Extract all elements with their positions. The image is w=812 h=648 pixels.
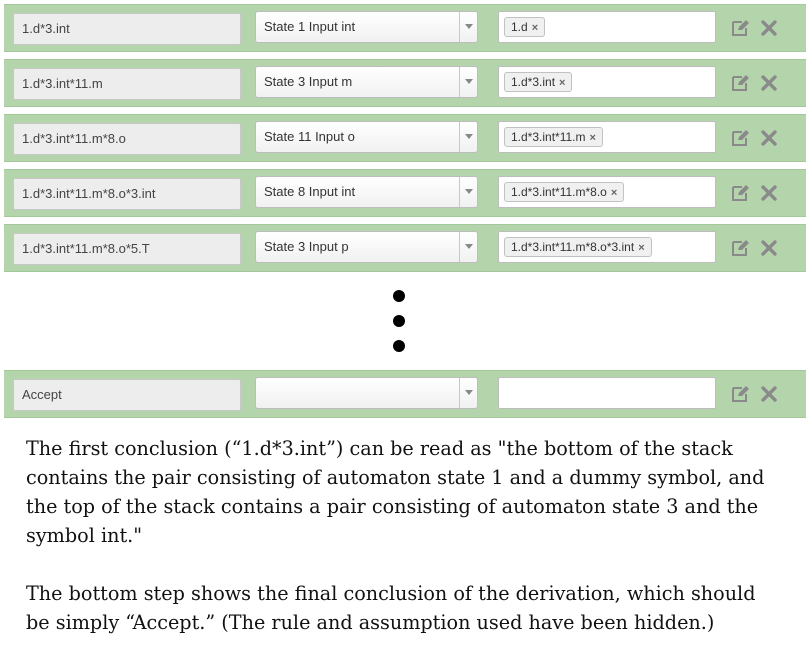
rule-select[interactable] (255, 377, 478, 409)
rule-select-value: State 1 Input int (264, 19, 356, 34)
caption-line: be simply “Accept.” (The rule and assump… (26, 611, 715, 634)
edit-icon[interactable] (732, 19, 750, 37)
remove-tag-icon[interactable]: × (559, 77, 565, 89)
assumption-tag-label: 1.d*3.int*11.m (511, 130, 586, 144)
caption-line: the top of the stack contains a pair con… (26, 495, 759, 518)
conclusion-field[interactable]: 1.d*3.int*11.m*8.o (13, 123, 241, 155)
rule-select[interactable]: State 3 Input m (255, 66, 478, 98)
rule-select-value: State 3 Input m (264, 74, 353, 89)
close-icon[interactable] (760, 129, 778, 147)
assumptions-input[interactable]: 1.d*3.int*11.m*8.o × (498, 176, 716, 208)
rule-select-value: State 11 Input o (264, 129, 355, 144)
dropdown-toggle[interactable] (459, 378, 477, 408)
remove-tag-icon[interactable]: × (590, 132, 596, 144)
derivation-step-row: 1.d*3.int*11.m*8.o*5.T State 3 Input p 1… (4, 224, 806, 272)
caption-line: The first conclusion (“1.d*3.int”) can b… (26, 437, 733, 460)
conclusion-field[interactable]: 1.d*3.int*11.m*8.o*5.T (13, 233, 241, 265)
conclusion-field[interactable]: 1.d*3.int*11.m (13, 68, 241, 100)
assumption-tag-label: 1.d (511, 20, 528, 34)
assumptions-input[interactable]: 1.d*3.int*11.m × (498, 121, 716, 153)
chevron-down-icon (465, 189, 473, 194)
ellipsis-dot (393, 340, 405, 352)
ellipsis-dot (393, 315, 405, 327)
conclusion-field[interactable]: Accept (13, 379, 241, 411)
derivation-step-row: 1.d*3.int State 1 Input int 1.d × (4, 4, 806, 52)
edit-icon[interactable] (732, 184, 750, 202)
assumption-tag: 1.d × (504, 17, 546, 37)
chevron-down-icon (465, 24, 473, 29)
assumptions-input[interactable]: 1.d*3.int × (498, 66, 716, 98)
edit-icon[interactable] (732, 239, 750, 257)
dropdown-toggle[interactable] (459, 12, 477, 42)
derivation-step-row: 1.d*3.int*11.m State 3 Input m 1.d*3.int… (4, 59, 806, 107)
close-icon[interactable] (760, 74, 778, 92)
conclusion-field[interactable]: 1.d*3.int*11.m*8.o*3.int (13, 178, 241, 210)
assumption-tag: 1.d*3.int*11.m*8.o*3.int × (504, 237, 652, 257)
ellipsis-dot (393, 290, 405, 302)
conclusion-field[interactable]: 1.d*3.int (13, 13, 241, 45)
rule-select[interactable]: State 3 Input p (255, 231, 478, 263)
explanation-caption: The first conclusion (“1.d*3.int”) can b… (26, 434, 802, 637)
rule-select[interactable]: State 11 Input o (255, 121, 478, 153)
rule-select[interactable]: State 1 Input int (255, 11, 478, 43)
close-icon[interactable] (760, 385, 778, 403)
derivation-page: 1.d*3.int State 1 Input int 1.d × 1.d*3.i… (0, 0, 812, 648)
dropdown-toggle[interactable] (459, 177, 477, 207)
caption-line: The bottom step shows the final conclusi… (26, 582, 756, 605)
caption-paragraph-1: The first conclusion (“1.d*3.int”) can b… (26, 434, 802, 550)
derivation-step-row: 1.d*3.int*11.m*8.o State 11 Input o 1.d*… (4, 114, 806, 162)
assumptions-input[interactable] (498, 377, 716, 409)
chevron-down-icon (465, 134, 473, 139)
rule-select-value: State 8 Input int (264, 184, 356, 199)
remove-tag-icon[interactable]: × (638, 242, 644, 254)
assumptions-input[interactable]: 1.d × (498, 11, 716, 43)
dropdown-toggle[interactable] (459, 232, 477, 262)
final-step-row: Accept (4, 370, 806, 418)
assumption-tag-label: 1.d*3.int*11.m*8.o (511, 185, 607, 199)
close-icon[interactable] (760, 184, 778, 202)
assumption-tag-label: 1.d*3.int (511, 75, 556, 89)
dropdown-toggle[interactable] (459, 67, 477, 97)
edit-icon[interactable] (732, 385, 750, 403)
remove-tag-icon[interactable]: × (532, 22, 538, 34)
edit-icon[interactable] (732, 129, 750, 147)
assumption-tag: 1.d*3.int*11.m*8.o × (504, 182, 625, 202)
close-icon[interactable] (760, 239, 778, 257)
chevron-down-icon (465, 244, 473, 249)
caption-paragraph-2: The bottom step shows the final conclusi… (26, 579, 802, 637)
derivation-step-row: 1.d*3.int*11.m*8.o*3.int State 8 Input i… (4, 169, 806, 217)
rule-select[interactable]: State 8 Input int (255, 176, 478, 208)
chevron-down-icon (465, 79, 473, 84)
assumptions-input[interactable]: 1.d*3.int*11.m*8.o*3.int × (498, 231, 716, 263)
chevron-down-icon (465, 390, 473, 395)
remove-tag-icon[interactable]: × (611, 187, 617, 199)
assumption-tag: 1.d*3.int*11.m × (504, 127, 603, 147)
dropdown-toggle[interactable] (459, 122, 477, 152)
assumption-tag: 1.d*3.int × (504, 72, 573, 92)
caption-line: contains the pair consisting of automato… (26, 466, 765, 489)
assumption-tag-label: 1.d*3.int*11.m*8.o*3.int (511, 240, 635, 254)
rule-select-value: State 3 Input p (264, 239, 349, 254)
close-icon[interactable] (760, 19, 778, 37)
edit-icon[interactable] (732, 74, 750, 92)
caption-line: symbol int." (26, 524, 143, 547)
